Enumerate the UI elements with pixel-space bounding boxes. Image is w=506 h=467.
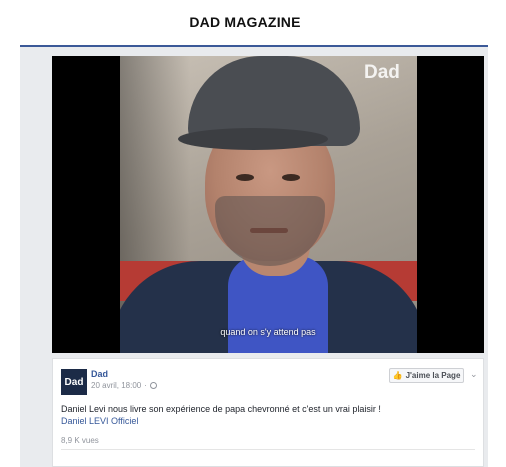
thumbs-up-icon: 👍	[392, 371, 403, 380]
person-eye-left	[236, 174, 254, 181]
page-avatar[interactable]: Dad	[61, 369, 87, 395]
post-date[interactable]: 20 avril, 18:00	[91, 381, 141, 390]
like-page-label: J'aime la Page	[405, 371, 461, 380]
meta-separator: ·	[144, 381, 147, 390]
globe-icon	[149, 382, 157, 389]
person-eye-right	[282, 174, 300, 181]
page-name-link[interactable]: Dad	[91, 369, 108, 379]
video-frame	[120, 56, 417, 353]
post-divider	[61, 449, 475, 450]
post-tag-link[interactable]: Daniel LEVI Officiel	[61, 416, 138, 426]
person-mouth	[250, 228, 288, 233]
page-title: DAD MAGAZINE	[189, 14, 301, 30]
video-player[interactable]: Dad quand on s'y attend pas	[52, 56, 484, 353]
post-card: Dad Dad 20 avril, 18:00 · 👍 J'aime la Pa…	[52, 358, 484, 467]
post-meta: 20 avril, 18:00 ·	[91, 381, 157, 390]
video-watermark: Dad	[364, 62, 400, 83]
person-cap-brim	[178, 128, 328, 150]
chevron-down-icon[interactable]: ⌄	[470, 369, 478, 380]
like-page-button[interactable]: 👍 J'aime la Page	[389, 368, 464, 383]
video-subtitle: quand on s'y attend pas	[220, 327, 316, 337]
view-count: 8,9 K vues	[61, 436, 99, 445]
post-text: Daniel Levi nous livre son expérience de…	[61, 404, 381, 414]
